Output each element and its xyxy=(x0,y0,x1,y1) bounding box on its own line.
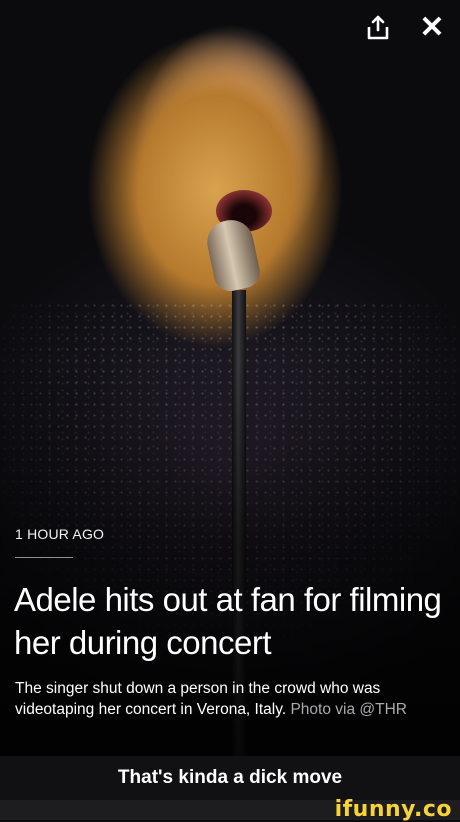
close-icon: ✕ xyxy=(419,11,445,44)
ifunny-watermark: ifunny.co xyxy=(334,797,452,822)
close-button[interactable]: ✕ xyxy=(416,12,448,44)
watermark-bar: ifunny.co xyxy=(0,797,460,822)
share-icon xyxy=(367,15,389,40)
meme-caption-bar: That's kinda a dick move xyxy=(0,756,460,800)
story-timestamp: 1 HOUR AGO xyxy=(15,526,105,542)
story-summary: The singer shut down a person in the cro… xyxy=(15,678,450,720)
meme-caption: That's kinda a dick move xyxy=(117,767,343,788)
timestamp-divider xyxy=(15,557,73,558)
share-button[interactable] xyxy=(362,12,394,44)
story-headline[interactable]: Adele hits out at fan for filming her du… xyxy=(14,578,444,664)
photo-credit: Photo via @THR xyxy=(290,701,407,718)
